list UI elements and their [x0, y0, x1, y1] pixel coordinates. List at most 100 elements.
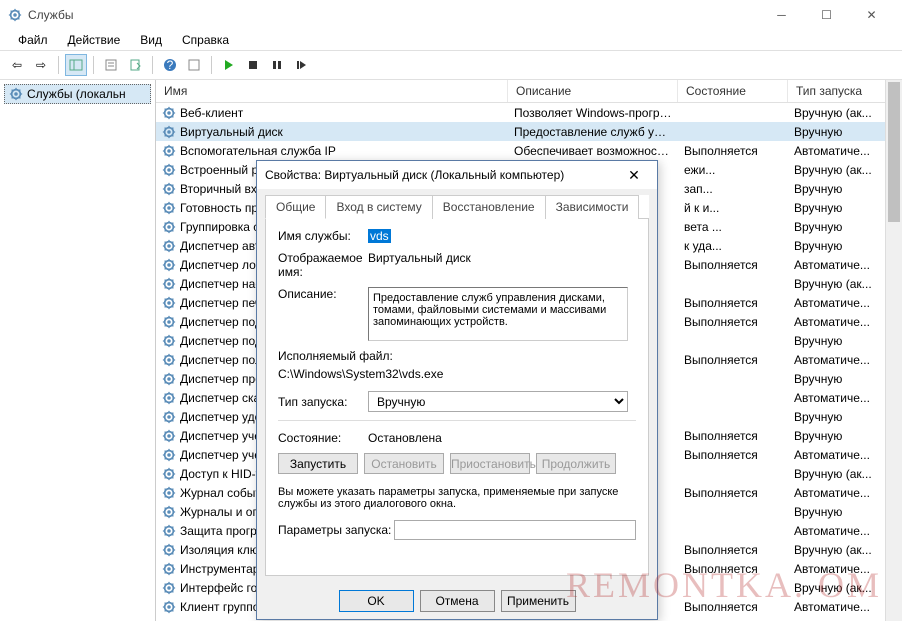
gear-icon: [162, 543, 176, 557]
start-params-input[interactable]: [394, 520, 636, 540]
tab-recovery[interactable]: Восстановление: [432, 195, 546, 219]
gear-icon: [162, 182, 176, 196]
label-executable: Исполняемый файл:: [278, 349, 393, 363]
service-state: Выполняется: [678, 258, 788, 272]
service-desc: Предоставление служб упр...: [508, 125, 678, 139]
forward-button[interactable]: ⇨: [30, 54, 52, 76]
ok-button[interactable]: OK: [339, 590, 414, 612]
vertical-scrollbar[interactable]: [885, 80, 902, 621]
separator: [58, 56, 59, 74]
service-startup: Автоматиче...: [788, 448, 888, 462]
list-header: Имя Описание Состояние Тип запуска: [156, 80, 902, 103]
cancel-button[interactable]: Отмена: [420, 590, 495, 612]
col-name[interactable]: Имя: [156, 80, 508, 102]
titlebar: Службы ─ ☐ ✕: [0, 0, 902, 30]
menu-action[interactable]: Действие: [60, 31, 129, 49]
back-button[interactable]: ⇦: [6, 54, 28, 76]
service-state: Выполняется: [678, 600, 788, 614]
export-button[interactable]: [124, 54, 146, 76]
service-row[interactable]: Веб-клиентПозволяет Windows-програ...Вру…: [156, 103, 902, 122]
dialog-title: Свойства: Виртуальный диск (Локальный ко…: [265, 168, 619, 182]
service-state: й к и...: [678, 201, 788, 215]
maximize-button[interactable]: ☐: [804, 0, 849, 30]
service-startup: Вручную (ак...: [788, 543, 888, 557]
properties-dialog: Свойства: Виртуальный диск (Локальный ко…: [256, 160, 658, 620]
value-description[interactable]: Предоставление служб управления дисками,…: [368, 287, 628, 341]
col-description[interactable]: Описание: [508, 80, 678, 102]
service-row[interactable]: Вспомогательная служба IPОбеспечивает во…: [156, 141, 902, 160]
refresh-button[interactable]: [183, 54, 205, 76]
tab-dependencies[interactable]: Зависимости: [545, 195, 640, 219]
gear-icon: [162, 486, 176, 500]
service-startup: Вручную: [788, 410, 888, 424]
divider: [278, 420, 636, 421]
app-icon: [8, 8, 22, 22]
service-startup: Автоматиче...: [788, 600, 888, 614]
service-startup: Автоматиче...: [788, 562, 888, 576]
label-service-name: Имя службы:: [278, 229, 368, 243]
service-startup: Автоматиче...: [788, 486, 888, 500]
separator: [152, 56, 153, 74]
col-state[interactable]: Состояние: [678, 80, 788, 102]
pause-service-button: Приостановить: [450, 453, 530, 474]
tab-general[interactable]: Общие: [265, 195, 326, 219]
show-hide-tree-button[interactable]: [65, 54, 87, 76]
service-state: Выполняется: [678, 144, 788, 158]
help-button[interactable]: ?: [159, 54, 181, 76]
gear-icon: [162, 125, 176, 139]
gear-icon: [162, 239, 176, 253]
gear-icon: [162, 144, 176, 158]
gear-icon: [162, 410, 176, 424]
stop-button[interactable]: [242, 54, 264, 76]
dialog-titlebar[interactable]: Свойства: Виртуальный диск (Локальный ко…: [257, 161, 657, 189]
service-startup: Автоматиче...: [788, 315, 888, 329]
gear-icon: [162, 258, 176, 272]
service-startup: Автоматиче...: [788, 391, 888, 405]
value-service-name: vds: [368, 229, 391, 243]
scrollbar-thumb[interactable]: [888, 82, 900, 222]
gear-icon: [162, 600, 176, 614]
service-startup: Автоматиче...: [788, 258, 888, 272]
service-desc: Позволяет Windows-програ...: [508, 106, 678, 120]
pause-button[interactable]: [266, 54, 288, 76]
menu-help[interactable]: Справка: [174, 31, 237, 49]
play-button[interactable]: [218, 54, 240, 76]
tree-root-label: Службы (локальн: [27, 87, 126, 101]
service-startup: Вручную (ак...: [788, 163, 888, 177]
col-startup[interactable]: Тип запуска: [788, 80, 888, 102]
close-button[interactable]: ✕: [849, 0, 894, 30]
gear-icon: [162, 220, 176, 234]
menu-file[interactable]: Файл: [10, 31, 56, 49]
service-startup: Вручную: [788, 182, 888, 196]
service-control-buttons: Запустить Остановить Приостановить Продо…: [278, 453, 636, 474]
gear-icon: [162, 581, 176, 595]
separator: [93, 56, 94, 74]
properties-button[interactable]: [100, 54, 122, 76]
restart-button[interactable]: [290, 54, 312, 76]
gear-icon: [162, 277, 176, 291]
gear-icon: [162, 372, 176, 386]
service-row[interactable]: Виртуальный дискПредоставление служб упр…: [156, 122, 902, 141]
apply-button[interactable]: Применить: [501, 590, 576, 612]
minimize-button[interactable]: ─: [759, 0, 804, 30]
tab-logon[interactable]: Вход в систему: [325, 195, 432, 219]
startup-type-select[interactable]: Вручную: [368, 391, 628, 412]
service-state: Выполняется: [678, 486, 788, 500]
service-startup: Автоматиче...: [788, 353, 888, 367]
service-desc: Обеспечивает возможность...: [508, 144, 678, 158]
tree-root-node[interactable]: Службы (локальн: [4, 84, 151, 104]
services-icon: [9, 87, 23, 101]
dialog-close-button[interactable]: ✕: [619, 161, 649, 189]
service-startup: Автоматиче...: [788, 296, 888, 310]
gear-icon: [162, 429, 176, 443]
service-startup: Автоматиче...: [788, 524, 888, 538]
svg-text:?: ?: [167, 58, 174, 72]
start-service-button[interactable]: Запустить: [278, 453, 358, 474]
service-state: Выполняется: [678, 353, 788, 367]
service-startup: Автоматиче...: [788, 144, 888, 158]
gear-icon: [162, 163, 176, 177]
gear-icon: [162, 505, 176, 519]
service-startup: Вручную: [788, 505, 888, 519]
value-executable: C:\Windows\System32\vds.exe: [278, 367, 443, 381]
menu-view[interactable]: Вид: [132, 31, 170, 49]
